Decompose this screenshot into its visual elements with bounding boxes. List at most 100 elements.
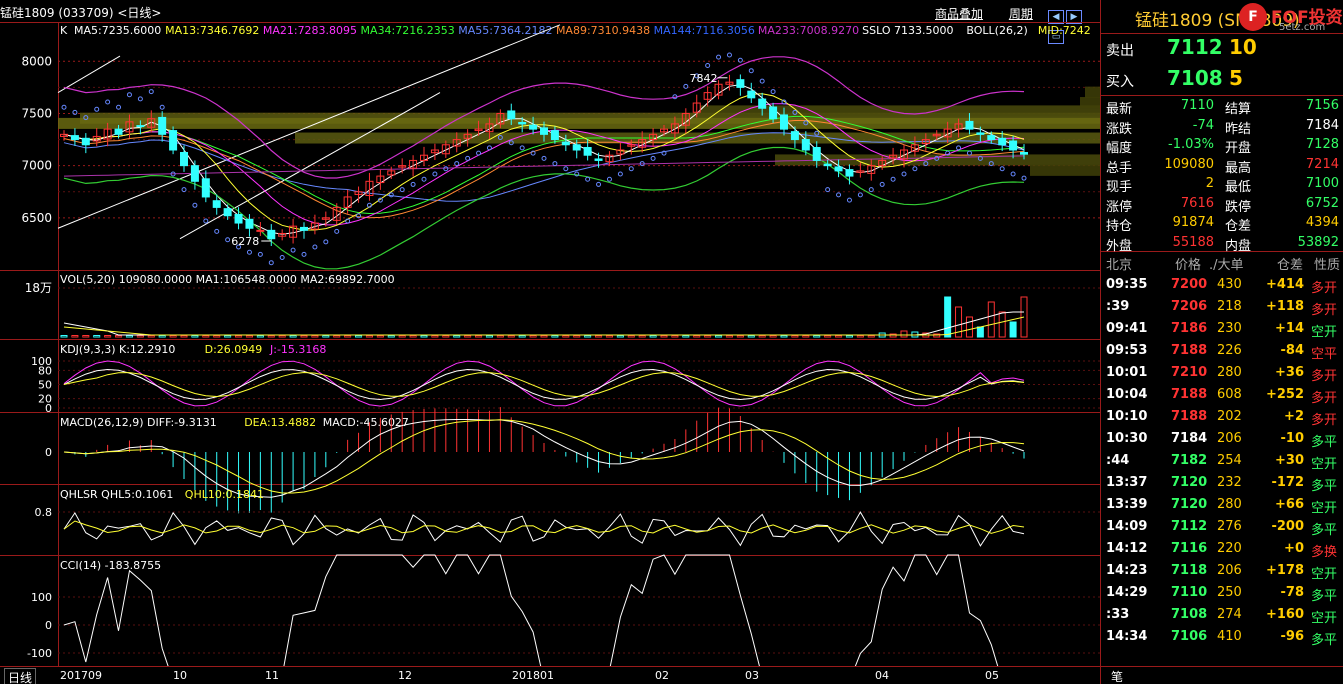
tick-row: 09:41 7186 230 +14 空开 (1101, 318, 1343, 340)
tick-nature: 空开 (1311, 325, 1338, 340)
cci-tick-label: 100 (31, 591, 52, 604)
ma-label: BOLL(26,2) (966, 24, 1027, 37)
sar-dot (541, 155, 547, 161)
price-tick-label: 6500 (21, 211, 52, 225)
volume-bar (976, 326, 984, 338)
sar-dot (323, 239, 329, 245)
candle-body (256, 229, 265, 232)
tick-header-cell: ./大单 (1209, 258, 1244, 273)
tick-price: 7116 (1171, 541, 1208, 556)
tick-nature: 多换 (1311, 545, 1338, 560)
tick-volume: 206 (1217, 563, 1242, 578)
candle-body (987, 135, 996, 141)
sar-dot (890, 176, 896, 182)
stat-row: 最新 7110 结算 7156 (1101, 98, 1343, 118)
tick-volume: 430 (1217, 277, 1242, 292)
tick-price: 7188 (1171, 387, 1208, 402)
tick-volume: 202 (1217, 409, 1242, 424)
volume-bar (213, 335, 221, 338)
qhl-header: QHLSR QHL5:0.1061 (60, 488, 173, 501)
volume-bar (104, 335, 112, 338)
volume-bar (169, 335, 177, 338)
overlay-commodity-link[interactable]: 商品叠加 (935, 7, 983, 21)
volume-bar (518, 335, 526, 338)
vol-ma2-line (63, 316, 1025, 336)
volume-bar (900, 330, 908, 338)
candle-body (180, 152, 188, 167)
high-annotation: 7842 (689, 72, 717, 85)
volume-bar (562, 335, 570, 338)
sar-dot (857, 192, 863, 198)
qhl5-line (63, 511, 1025, 547)
ma-label: MA55:7364.2182 (458, 24, 552, 37)
tick-oi-change: -96 (1280, 629, 1305, 644)
stat-label: 最新 (1106, 102, 1133, 117)
volume-bar (758, 335, 766, 338)
candle-body (812, 146, 821, 161)
price-tick-label: 7500 (21, 106, 52, 120)
x-axis-label: 12 (398, 669, 412, 682)
volume-bar (365, 335, 373, 338)
tick-nature: 多开 (1311, 303, 1338, 318)
tick-nature: 空开 (1311, 457, 1338, 472)
vol-tick-label: 18万 (25, 281, 52, 295)
candle-body (81, 137, 90, 146)
tick-time: 10:30 (1106, 431, 1148, 446)
stat-value: 4394 (1305, 215, 1339, 230)
qhl10-line (63, 520, 1025, 534)
stat-label: 最高 (1225, 160, 1252, 176)
low-annotation: 6278 (231, 235, 259, 248)
volume-bar (682, 335, 690, 338)
sar-dot (956, 145, 962, 151)
tick-price: 7200 (1171, 277, 1208, 292)
quote-header: 锰硅1809 (SM1809) F FOF投资 5etz.com (1101, 0, 1343, 34)
stat-value: 7184 (1305, 117, 1339, 133)
tick-nature: 空开 (1311, 567, 1338, 582)
stat-value: 6752 (1305, 195, 1339, 211)
sar-dot (421, 176, 427, 182)
stat-label: 外盘 (1106, 238, 1133, 254)
volume-bar (376, 335, 384, 338)
period-link[interactable]: 周期 (1009, 7, 1033, 21)
sar-dot (257, 251, 263, 257)
tick-volume: 230 (1217, 321, 1242, 336)
macd-header: MACD(26,12,9) DIFF:-9.3131 (60, 416, 217, 429)
volume-bar (125, 335, 133, 338)
stat-label: 结算 (1225, 102, 1252, 117)
tab-daily[interactable]: 日线 (4, 668, 37, 684)
bottom-tab-bar: 日线 201709 10 11 12 201801 02 03 04 05 (0, 666, 1100, 684)
sar-dot (301, 251, 307, 257)
volume-bar (420, 335, 428, 338)
volume-bar (93, 335, 101, 338)
stat-row: 幅度 -1.03% 开盘 7128 (1101, 137, 1343, 157)
volume-bar (464, 335, 472, 338)
sar-dot (726, 52, 732, 58)
stat-row: 涨跌 -74 昨结 7184 (1101, 118, 1343, 138)
stat-row: 现手 2 最低 7100 (1101, 176, 1343, 196)
sar-dot (148, 89, 154, 95)
x-axis-label: 201801 (512, 669, 554, 682)
tick-nature: 多平 (1311, 633, 1338, 648)
volume-bar (573, 335, 581, 338)
sar-dot (454, 161, 460, 167)
tick-time: 09:35 (1106, 277, 1148, 292)
tick-header-cell: 性质 (1314, 258, 1341, 273)
volume-bar (987, 301, 995, 338)
stat-label: 持仓 (1106, 219, 1133, 234)
tick-row: 09:35 7200 430 +414 多开 (1101, 274, 1343, 296)
cci-line (63, 554, 999, 666)
sar-dot (650, 155, 656, 161)
tick-row: 13:37 7120 232 -172 多平 (1101, 472, 1343, 494)
volume-bar (736, 335, 744, 338)
candle-body (190, 165, 199, 182)
k-prefix: K (60, 24, 68, 37)
tick-volume: 220 (1217, 541, 1242, 556)
sar-dot (759, 78, 765, 84)
tick-oi-change: +36 (1275, 365, 1304, 380)
candle-body (1009, 140, 1018, 151)
sar-dot (432, 171, 438, 177)
candle-body (736, 79, 745, 88)
tick-oi-change: +0 (1284, 541, 1304, 556)
sar-dot (192, 202, 198, 208)
kline-chart[interactable]: 8000750070006500K MA5:7235.6000 MA13:7346.… (0, 22, 1100, 666)
